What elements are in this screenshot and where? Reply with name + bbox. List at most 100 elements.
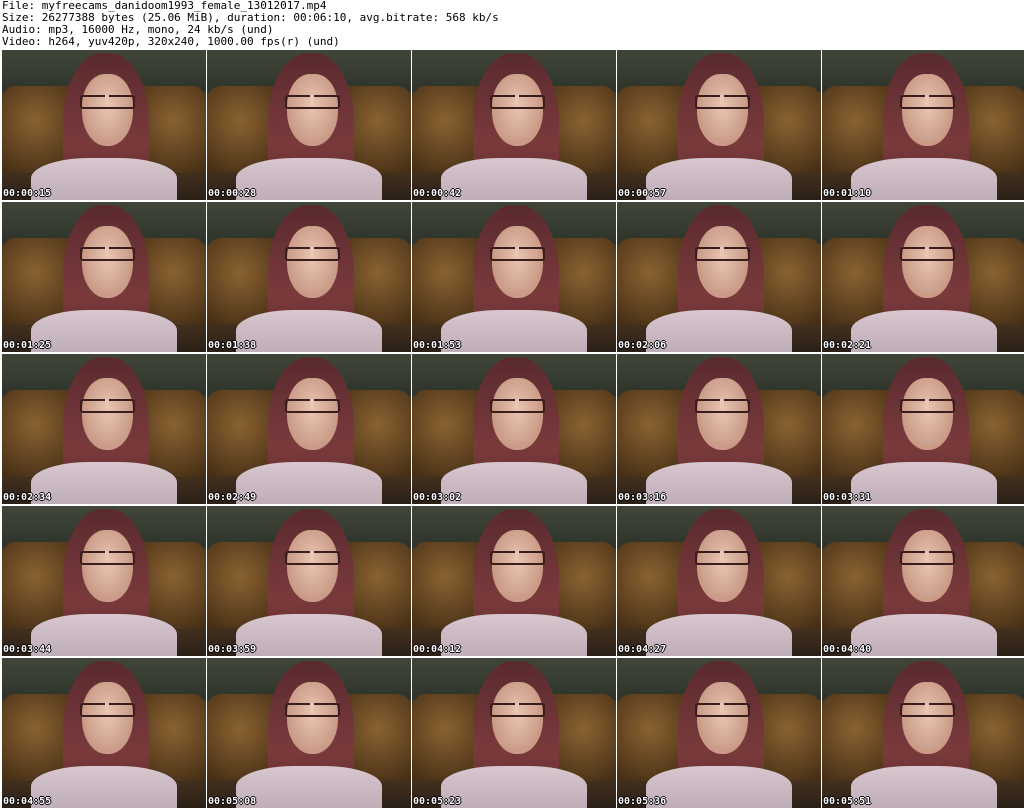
person-face — [81, 226, 133, 298]
glasses-icon — [284, 551, 340, 565]
person-shirt — [30, 310, 178, 352]
video-frame-thumbnail: 00:01:53 — [412, 202, 616, 352]
person-shirt — [440, 614, 588, 656]
frame-timestamp: 00:04:40 — [823, 644, 872, 655]
person-shirt — [440, 310, 588, 352]
glasses-icon — [694, 247, 750, 261]
frame-timestamp: 00:04:55 — [3, 796, 52, 807]
glasses-icon — [489, 703, 545, 717]
person-face — [286, 226, 338, 298]
person-shirt — [30, 614, 178, 656]
person-face — [491, 682, 543, 754]
video-frame-thumbnail: 00:04:55 — [2, 658, 206, 808]
person-shirt — [235, 614, 383, 656]
video-frame-thumbnail: 00:04:40 — [822, 506, 1024, 656]
person-shirt — [235, 310, 383, 352]
frame-timestamp: 00:00:28 — [208, 188, 257, 199]
thumbnail-grid: 00:00:15 00:00:28 00:00:42 00:00:57 00:01:10… — [0, 50, 1024, 811]
glasses-icon — [694, 551, 750, 565]
person-shirt — [850, 462, 998, 504]
video-frame-thumbnail: 00:04:27 — [617, 506, 821, 656]
person-shirt — [440, 462, 588, 504]
person-shirt — [440, 766, 588, 808]
person-shirt — [850, 158, 998, 200]
person-shirt — [235, 158, 383, 200]
glasses-icon — [284, 703, 340, 717]
video-frame-thumbnail: 00:02:34 — [2, 354, 206, 504]
frame-timestamp: 00:04:12 — [413, 644, 462, 655]
video-frame-thumbnail: 00:05:23 — [412, 658, 616, 808]
video-frame-thumbnail: 00:05:51 — [822, 658, 1024, 808]
person-shirt — [645, 614, 793, 656]
video-frame-thumbnail: 00:05:08 — [207, 658, 411, 808]
video-frame-thumbnail: 00:00:15 — [2, 50, 206, 200]
person-shirt — [645, 310, 793, 352]
glasses-icon — [284, 247, 340, 261]
glasses-icon — [284, 95, 340, 109]
video-frame-thumbnail: 00:04:12 — [412, 506, 616, 656]
video-frame-thumbnail: 00:03:31 — [822, 354, 1024, 504]
person-face — [286, 378, 338, 450]
video-frame-thumbnail: 00:03:59 — [207, 506, 411, 656]
frame-timestamp: 00:05:23 — [413, 796, 462, 807]
frame-timestamp: 00:03:31 — [823, 492, 872, 503]
person-shirt — [30, 766, 178, 808]
video-frame-thumbnail: 00:00:42 — [412, 50, 616, 200]
frame-timestamp: 00:01:53 — [413, 340, 462, 351]
person-shirt — [30, 158, 178, 200]
frame-timestamp: 00:05:08 — [208, 796, 257, 807]
video-frame-thumbnail: 00:03:02 — [412, 354, 616, 504]
glasses-icon — [489, 551, 545, 565]
video-frame-thumbnail: 00:00:28 — [207, 50, 411, 200]
person-face — [901, 226, 953, 298]
person-shirt — [850, 766, 998, 808]
glasses-icon — [694, 703, 750, 717]
frame-timestamp: 00:03:59 — [208, 644, 257, 655]
person-face — [286, 682, 338, 754]
glasses-icon — [899, 95, 955, 109]
person-shirt — [235, 766, 383, 808]
frame-timestamp: 00:03:16 — [618, 492, 667, 503]
glasses-icon — [79, 247, 135, 261]
person-shirt — [235, 462, 383, 504]
person-face — [81, 530, 133, 602]
video-frame-thumbnail: 00:01:10 — [822, 50, 1024, 200]
frame-timestamp: 00:00:42 — [413, 188, 462, 199]
person-face — [901, 74, 953, 146]
person-face — [81, 682, 133, 754]
glasses-icon — [489, 399, 545, 413]
video-info-line: Video: h264, yuv420p, 320x240, 1000.00 f… — [2, 35, 340, 48]
person-face — [491, 530, 543, 602]
glasses-icon — [899, 551, 955, 565]
glasses-icon — [694, 95, 750, 109]
person-shirt — [645, 462, 793, 504]
glasses-icon — [79, 95, 135, 109]
video-frame-thumbnail: 00:02:21 — [822, 202, 1024, 352]
person-shirt — [645, 766, 793, 808]
video-frame-thumbnail: 00:03:16 — [617, 354, 821, 504]
frame-timestamp: 00:02:06 — [618, 340, 667, 351]
video-frame-thumbnail: 00:01:38 — [207, 202, 411, 352]
frame-timestamp: 00:05:36 — [618, 796, 667, 807]
video-frame-thumbnail: 00:00:57 — [617, 50, 821, 200]
person-face — [286, 74, 338, 146]
frame-timestamp: 00:00:57 — [618, 188, 667, 199]
person-shirt — [440, 158, 588, 200]
frame-timestamp: 00:01:25 — [3, 340, 52, 351]
person-face — [901, 378, 953, 450]
person-face — [901, 682, 953, 754]
video-frame-thumbnail: 00:02:06 — [617, 202, 821, 352]
person-shirt — [850, 310, 998, 352]
person-face — [81, 74, 133, 146]
glasses-icon — [284, 399, 340, 413]
glasses-icon — [489, 247, 545, 261]
person-face — [491, 378, 543, 450]
frame-timestamp: 00:01:38 — [208, 340, 257, 351]
glasses-icon — [489, 95, 545, 109]
person-face — [491, 74, 543, 146]
frame-timestamp: 00:00:15 — [3, 188, 52, 199]
glasses-icon — [694, 399, 750, 413]
glasses-icon — [79, 703, 135, 717]
frame-timestamp: 00:02:49 — [208, 492, 257, 503]
frame-timestamp: 00:05:51 — [823, 796, 872, 807]
